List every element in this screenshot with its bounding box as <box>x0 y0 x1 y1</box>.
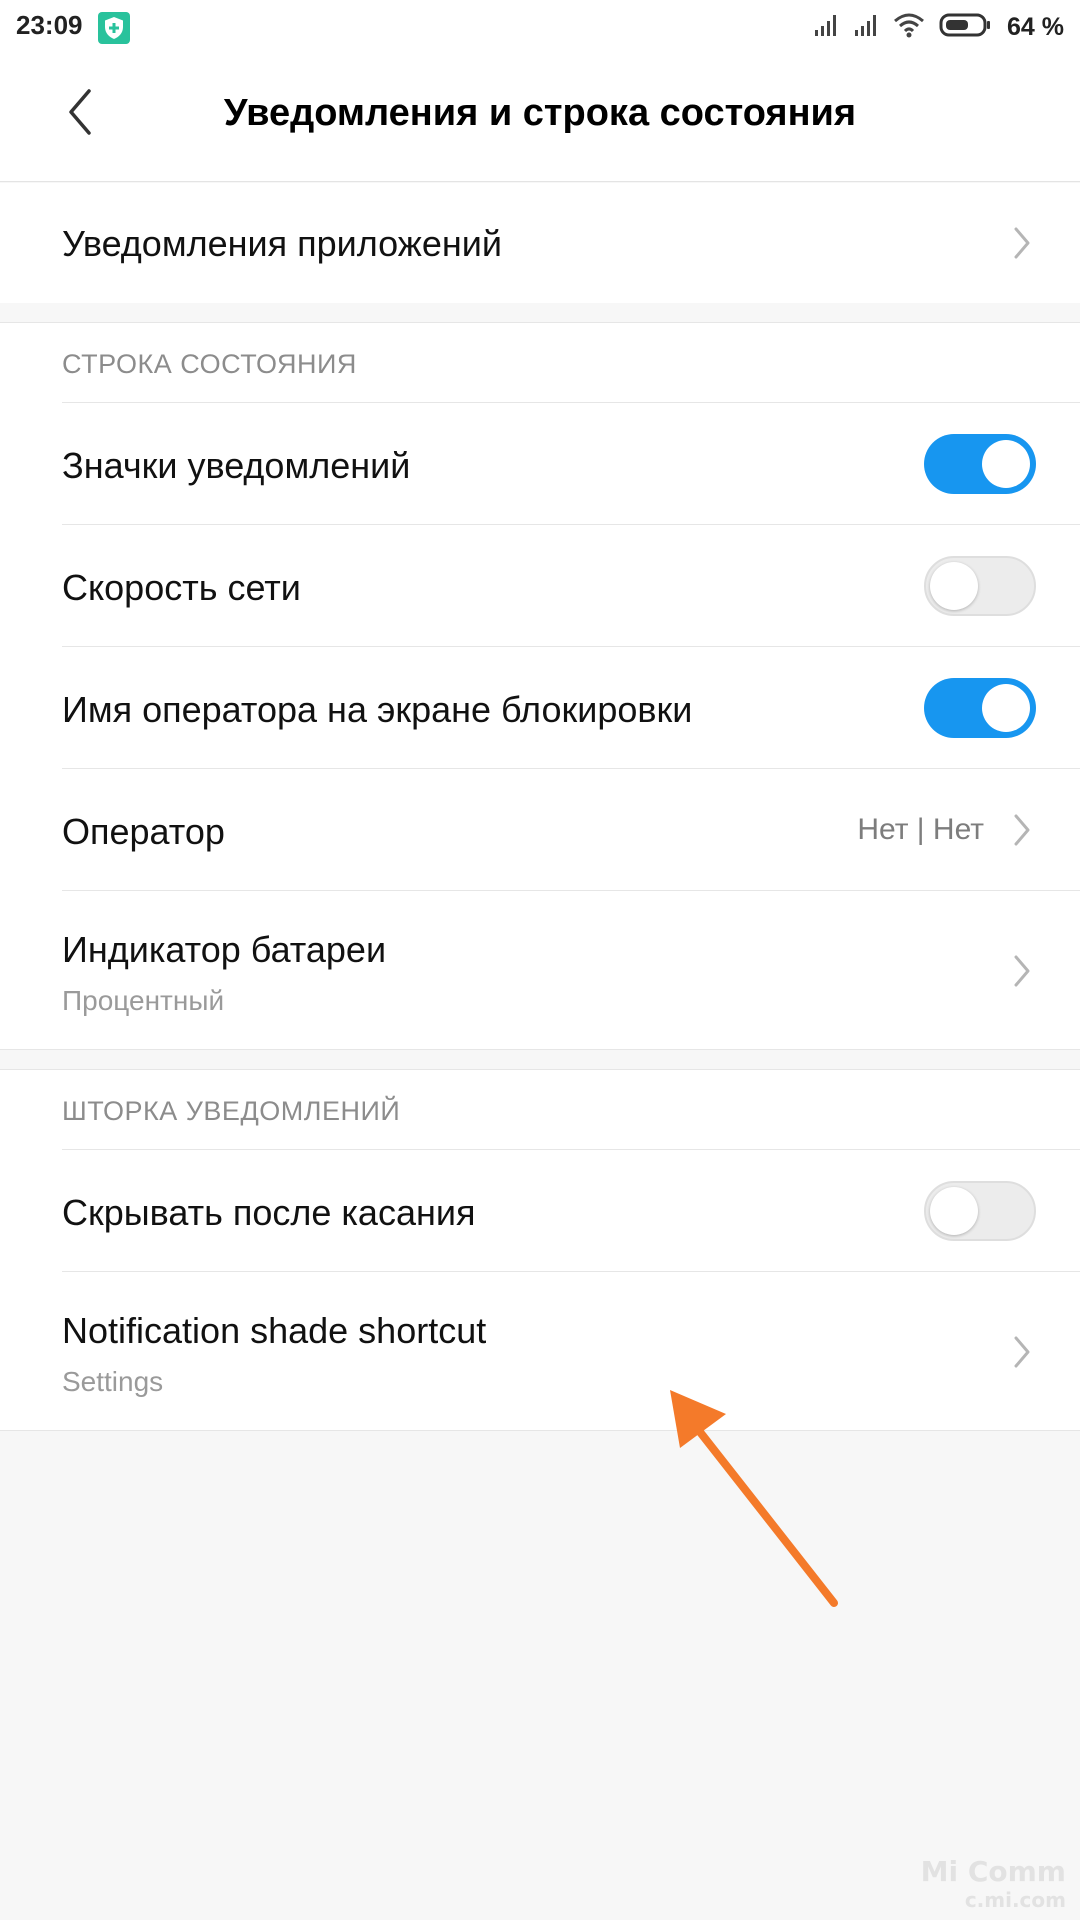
watermark: Mi Comm c.mi.com <box>921 1855 1066 1912</box>
watermark-line2: c.mi.com <box>964 1888 1066 1912</box>
annotation-arrow-icon <box>670 1390 838 1607</box>
watermark-line1: Mi Comm <box>920 1855 1066 1888</box>
